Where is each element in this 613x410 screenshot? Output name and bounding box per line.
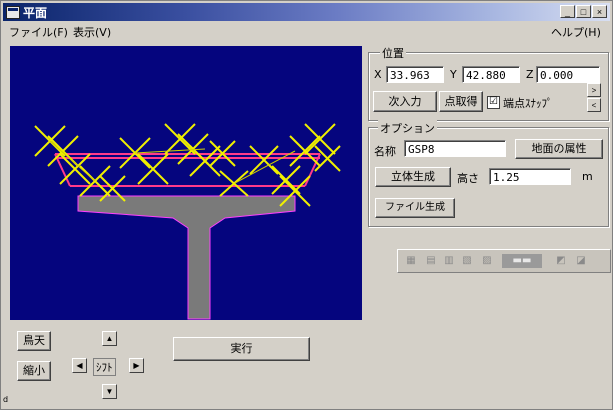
menu-view[interactable]: 表示(V): [73, 24, 111, 40]
tool-icon-8[interactable]: ◪: [574, 254, 588, 268]
left-arrow-button[interactable]: ◀: [72, 358, 87, 373]
drawing-canvas[interactable]: [10, 46, 362, 320]
tool-icon-4[interactable]: ▧: [460, 254, 474, 268]
menu-bar: ファイル(F) 表示(V) ヘルプ(H): [3, 22, 610, 40]
app-window: 平面 _ □ × ファイル(F) 表示(V) ヘルプ(H) 位置 X 33.96…: [0, 0, 613, 410]
title-bar: 平面 _ □ ×: [3, 3, 610, 21]
y-label: Y: [450, 68, 457, 81]
x-field[interactable]: 33.963: [386, 66, 444, 83]
snap-label: 端点ｽﾅｯﾌﾟ: [503, 97, 553, 110]
window-controls: _ □ ×: [560, 5, 607, 18]
tool-icon-5[interactable]: ▨: [480, 254, 494, 268]
solid-generate-button[interactable]: 立体生成: [375, 167, 451, 187]
pier-shape: [77, 195, 296, 320]
name-label: 名称: [374, 145, 396, 158]
snap-checkbox[interactable]: ☑: [487, 96, 500, 109]
tool-icon-6[interactable]: ▬▬: [502, 254, 542, 268]
minimize-button[interactable]: _: [560, 5, 575, 18]
run-button[interactable]: 実行: [173, 337, 310, 361]
pier-drawing: [34, 123, 341, 320]
tool-icon-7[interactable]: ◩: [554, 254, 568, 268]
z-field[interactable]: 0.000: [536, 66, 600, 83]
ground-attributes-button[interactable]: 地面の属性: [515, 139, 603, 159]
tool-icon-1[interactable]: ▦: [404, 254, 418, 268]
file-generate-button[interactable]: ファイル生成: [375, 198, 455, 218]
height-unit: m: [582, 170, 593, 183]
scroll-up-button[interactable]: >: [587, 83, 601, 97]
floating-toolbar: ▦ ▤ ▥ ▧ ▨ ▬▬ ◩ ◪: [397, 249, 611, 273]
scroll-down-button[interactable]: <: [587, 98, 601, 112]
status-corner: d: [3, 395, 9, 404]
up-arrow-button[interactable]: ▲: [102, 331, 117, 346]
x-label: X: [374, 68, 382, 81]
point-take-button[interactable]: 点取得: [439, 91, 483, 112]
down-arrow-button[interactable]: ▼: [102, 384, 117, 399]
app-icon: [6, 6, 20, 19]
overview-button[interactable]: 鳥天: [17, 331, 51, 351]
menu-file[interactable]: ファイル(F): [9, 24, 68, 40]
control-panel: [10, 323, 364, 407]
y-field[interactable]: 42.880: [462, 66, 520, 83]
height-field[interactable]: 1.25: [489, 168, 571, 185]
marker-group: [34, 123, 341, 207]
tool-icon-2[interactable]: ▤: [424, 254, 438, 268]
next-input-button[interactable]: 次入力: [373, 91, 437, 112]
menu-help[interactable]: ヘルプ(H): [551, 24, 601, 40]
close-button[interactable]: ×: [592, 5, 607, 18]
height-label: 高さ: [457, 172, 479, 185]
options-group-title: オプション: [378, 120, 437, 136]
position-group-title: 位置: [380, 45, 406, 61]
zoom-out-button[interactable]: 縮小: [17, 361, 51, 381]
right-arrow-button[interactable]: ▶: [129, 358, 144, 373]
window-title: 平面: [23, 6, 48, 20]
maximize-button[interactable]: □: [576, 5, 591, 18]
shift-label: ｼﾌﾄ: [93, 358, 116, 376]
z-label: Z: [526, 68, 534, 81]
tool-icon-3[interactable]: ▥: [442, 254, 456, 268]
name-field[interactable]: GSP8: [404, 140, 506, 157]
